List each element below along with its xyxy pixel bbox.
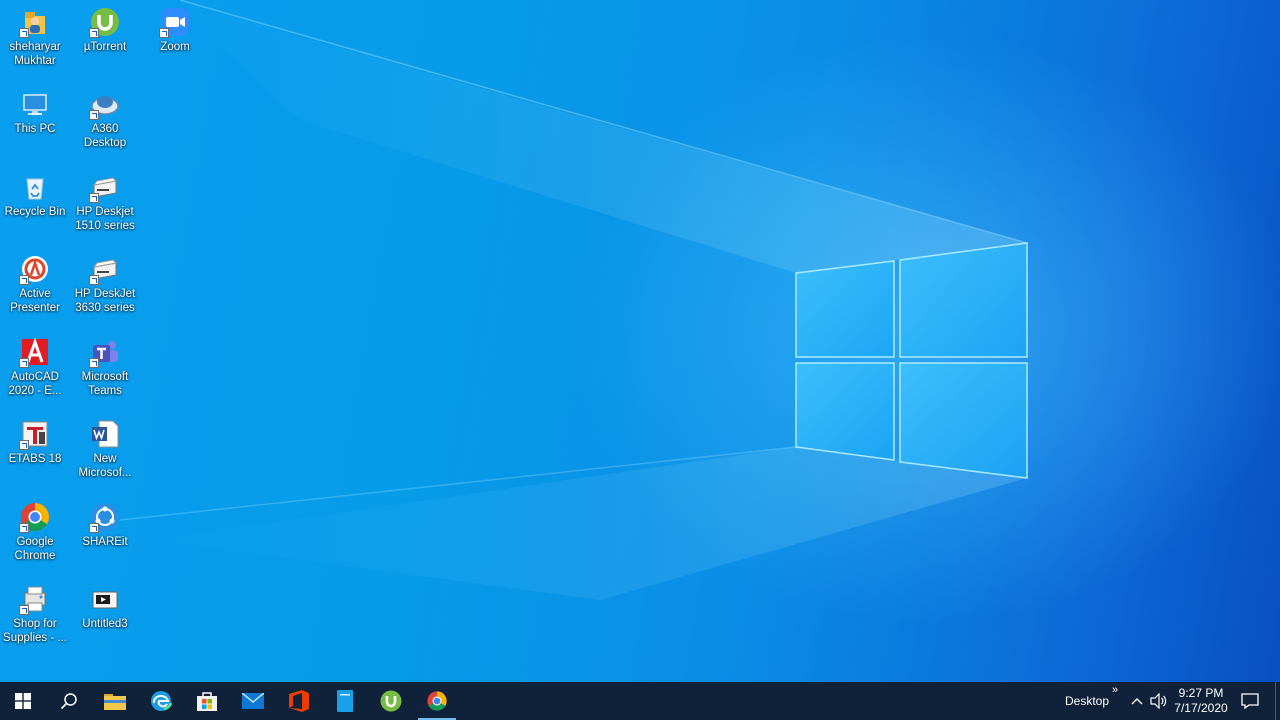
icon-label: Active Presenter [10,288,60,314]
icon-label: ETABS 18 [8,453,62,465]
office-button[interactable] [276,682,322,720]
icon-label: Zoom [160,41,190,53]
desktop-icon-active-presenter[interactable]: Active Presenter [0,247,70,327]
store-icon [197,692,217,711]
desktop-icon-teams[interactable]: Microsoft Teams [70,330,140,410]
mail-icon [242,693,264,709]
icon-label: SHAREit [82,536,128,548]
office-icon [289,690,309,712]
notes-button[interactable] [322,682,368,720]
desktop-icon-shop-supplies[interactable]: Shop for Supplies - ... [0,577,70,657]
notes-icon [337,690,353,712]
desktop-icon-shareit[interactable]: SHAREit [70,495,140,575]
desktop-icon-recycle-bin[interactable]: Recycle Bin [0,165,70,245]
chevron-up-icon [1131,698,1143,705]
chrome-icon [427,691,447,711]
toolbar-overflow-icon[interactable]: » [1112,684,1118,696]
icon-label: µTorrent [83,41,127,53]
video-file-icon [92,591,118,609]
desktop-icon-etabs[interactable]: ETABS 18 [0,412,70,492]
desktop-icon-chrome[interactable]: Google Chrome [0,495,70,575]
desktop-icon-word-document[interactable]: New Microsof... [70,412,140,492]
icon-label: Microsoft Teams [81,371,129,397]
notification-icon [1241,693,1259,709]
icon-label: A360 Desktop [83,123,127,149]
desktop-wallpaper[interactable]: sheharyar Mukhtar This PC Recycle Bin Ac… [0,0,1280,682]
icon-label: Shop for Supplies - ... [3,618,67,644]
desktop-icon-user-folder[interactable]: sheharyar Mukhtar [0,0,70,80]
desktop-icon-autocad[interactable]: AutoCAD 2020 - E... [0,330,70,410]
icon-label: Untitled3 [82,618,128,630]
icon-label: AutoCAD 2020 - E... [8,371,62,397]
desktop-icon-zoom[interactable]: Zoom [140,0,210,80]
clock-date: 7/17/2020 [1174,701,1228,715]
icon-label: sheharyar Mukhtar [9,41,61,67]
icon-label: Recycle Bin [4,206,66,218]
search-button[interactable] [46,682,92,720]
desktop-icon-hp-deskjet-3630[interactable]: HP DeskJet 3630 series [70,247,140,327]
show-desktop-button[interactable] [1275,682,1280,720]
start-button[interactable] [0,682,46,720]
edge-icon [151,691,172,711]
mail-button[interactable] [230,682,276,720]
clock[interactable]: 9:27 PM 7/17/2020 [1166,686,1236,716]
chrome-button[interactable] [414,682,460,720]
edge-button[interactable] [138,682,184,720]
folder-icon [104,694,126,710]
taskbar: Desktop » 9:27 PM 7/17/2020 [0,682,1280,720]
desktop-icon-a360[interactable]: A360 Desktop [70,82,140,162]
desktop-toolbar-label[interactable]: Desktop [1065,694,1109,708]
show-hidden-icons-button[interactable] [1128,682,1146,720]
icon-label: Google Chrome [14,536,56,562]
icon-label: This PC [14,123,56,135]
computer-icon [23,94,47,115]
windows-logo-icon [15,693,31,709]
clock-time: 9:27 PM [1178,686,1224,700]
desktop-icon-this-pc[interactable]: This PC [0,82,70,162]
store-button[interactable] [184,682,230,720]
file-explorer-button[interactable] [92,682,138,720]
windows-logo-wallpaper [795,242,1028,479]
icon-label: HP DeskJet 3630 series [74,288,136,314]
icon-label: HP Deskjet 1510 series [75,206,135,232]
search-icon [60,693,77,710]
desktop-icon-untitled3[interactable]: Untitled3 [70,577,140,657]
desktop-icon-hp-deskjet-1510[interactable]: HP Deskjet 1510 series [70,165,140,245]
word-document-icon [92,420,119,448]
utorrent-icon [380,690,402,712]
recycle-bin-icon [26,178,44,200]
action-center-button[interactable] [1238,682,1262,720]
desktop-icon-utorrent[interactable]: µTorrent [70,0,140,80]
icon-label: New Microsof... [78,453,132,479]
utorrent-button[interactable] [368,682,414,720]
